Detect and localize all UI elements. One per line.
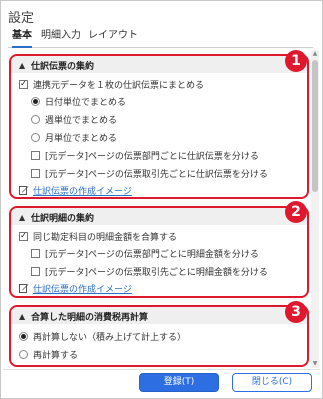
radio-label: 週単位でまとめる: [45, 115, 118, 126]
section-title: 仕訳伝票の集約: [31, 61, 95, 72]
radio-label: 月単位でまとめる: [45, 133, 118, 144]
section-title: 仕訳明細の集約: [31, 213, 95, 224]
section-journal-detail-aggregation: ▲ 仕訳明細の集約 ✓ 同じ勘定科目の明細金額を合算する [元データ]ページの伝…: [9, 206, 309, 298]
checkbox-label: [元データ]ページの伝票部門ごとに明細金額を分ける: [45, 249, 259, 260]
split-by-department-row[interactable]: [元データ]ページの伝票部門ごとに仕訳伝票を分ける: [31, 148, 259, 162]
tab-bar: 基本 明細入力 レイアウト: [8, 30, 313, 48]
section-header-toggle[interactable]: ▲ 合算した明細の消費税再計算: [19, 309, 148, 323]
footer-divider: [3, 369, 320, 370]
checkbox-label: [元データ]ページの伝票部門ごとに仕訳伝票を分ける: [45, 151, 259, 162]
section-header-toggle[interactable]: ▲ 仕訳明細の集約: [19, 210, 94, 224]
tab-layout[interactable]: レイアウト: [88, 30, 138, 48]
dialog-title: 設定: [8, 11, 35, 26]
checkbox-unchecked[interactable]: [31, 248, 40, 258]
chevron-up-icon: ▲: [19, 212, 26, 222]
callout-badge-2: 2: [285, 201, 307, 223]
register-button[interactable]: 登録(T): [139, 373, 219, 392]
image-link-row[interactable]: 仕訳伝票の作成イメージ: [19, 281, 132, 295]
radio-unselected[interactable]: [31, 114, 40, 124]
section-header-toggle[interactable]: ▲ 仕訳伝票の集約: [19, 58, 94, 72]
settings-dialog: 設定 基本 明細入力 レイアウト ▲ 仕訳伝票の集約 ✓ 連携元データを１枚の仕…: [0, 0, 323, 399]
radio-unselected[interactable]: [19, 349, 28, 359]
radio-label: 日付単位でまとめる: [45, 97, 127, 108]
checkbox-label: 連携元データを１枚の仕訳伝票にまとめる: [33, 80, 205, 91]
sum-same-account-row[interactable]: ✓ 同じ勘定科目の明細金額を合算する: [19, 229, 177, 243]
scrollbar-thumb[interactable]: [312, 60, 318, 192]
scroll-up-arrow-icon[interactable]: ▲: [311, 50, 319, 58]
radio-row-weekly[interactable]: 週単位でまとめる: [31, 112, 117, 126]
section-journal-slip-aggregation: ▲ 仕訳伝票の集約 ✓ 連携元データを１枚の仕訳伝票にまとめる 日付単位でまとめ…: [9, 54, 309, 199]
radio-row-daily[interactable]: 日付単位でまとめる: [31, 94, 126, 108]
checkbox-checked[interactable]: ✓: [19, 231, 28, 241]
scroll-down-arrow-icon[interactable]: ▼: [311, 360, 319, 368]
callout-badge-3: 3: [285, 301, 307, 323]
checkbox-unchecked[interactable]: [31, 168, 40, 178]
radio-selected[interactable]: [31, 96, 40, 106]
chevron-up-icon: ▲: [19, 60, 26, 70]
radio-unselected[interactable]: [31, 132, 40, 142]
consolidate-checkbox-row[interactable]: ✓ 連携元データを１枚の仕訳伝票にまとめる: [19, 77, 204, 91]
split-by-partner-row[interactable]: [元データ]ページの伝票取引先ごとに仕訳伝票を分ける: [31, 166, 268, 180]
radio-row-monthly[interactable]: 月単位でまとめる: [31, 130, 117, 144]
callout-badge-1: 1: [285, 50, 307, 72]
vertical-scrollbar[interactable]: ▲ ▼: [311, 50, 319, 368]
tab-basic[interactable]: 基本: [12, 30, 32, 48]
checkbox-checked[interactable]: ✓: [19, 79, 28, 89]
checkbox-unchecked[interactable]: [31, 150, 40, 160]
radio-label: 再計算する: [33, 350, 79, 361]
split-detail-by-partner-row[interactable]: [元データ]ページの伝票取引先ごとに明細金額を分ける: [31, 264, 268, 278]
radio-label: 再計算しない（積み上げて計上する）: [33, 332, 187, 343]
image-link-row[interactable]: 仕訳伝票の作成イメージ: [19, 183, 132, 197]
split-detail-by-department-row[interactable]: [元データ]ページの伝票部門ごとに明細金額を分ける: [31, 246, 259, 260]
journal-image-link[interactable]: 仕訳伝票の作成イメージ: [33, 184, 132, 197]
section-title: 合算した明細の消費税再計算: [31, 312, 149, 323]
edit-icon: [19, 186, 29, 195]
settings-scroll-area[interactable]: ▲ 仕訳伝票の集約 ✓ 連携元データを１枚の仕訳伝票にまとめる 日付単位でまとめ…: [3, 50, 321, 368]
edit-icon: [19, 284, 29, 293]
close-button[interactable]: 閉じる(C): [232, 373, 312, 392]
section-tax-recalculation: ▲ 合算した明細の消費税再計算 再計算しない（積み上げて計上する） 再計算する: [9, 305, 309, 367]
checkbox-label: 同じ勘定科目の明細金額を合算する: [33, 232, 178, 243]
no-recalc-radio-row[interactable]: 再計算しない（積み上げて計上する）: [19, 329, 186, 343]
chevron-up-icon: ▲: [19, 311, 26, 321]
tab-detail-input[interactable]: 明細入力: [41, 30, 81, 48]
journal-image-link[interactable]: 仕訳伝票の作成イメージ: [33, 282, 132, 295]
checkbox-label: [元データ]ページの伝票取引先ごとに明細金額を分ける: [45, 267, 268, 278]
checkbox-unchecked[interactable]: [31, 266, 40, 276]
recalc-radio-row[interactable]: 再計算する: [19, 347, 78, 361]
checkbox-label: [元データ]ページの伝票取引先ごとに仕訳伝票を分ける: [45, 169, 268, 180]
radio-selected[interactable]: [19, 331, 28, 341]
